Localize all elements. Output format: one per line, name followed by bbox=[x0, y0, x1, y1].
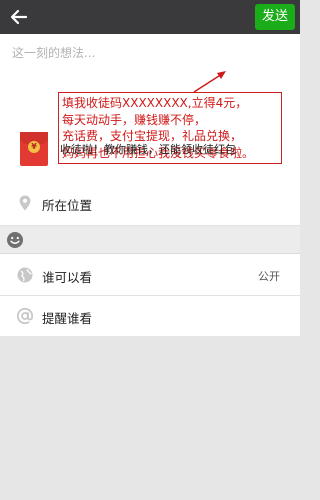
location-row[interactable]: 所在位置 bbox=[0, 180, 300, 226]
post-text-input[interactable]: 这一刻的想法... bbox=[12, 44, 95, 61]
remind-row[interactable]: 提醒谁看 bbox=[0, 296, 300, 336]
at-sign-icon bbox=[16, 307, 34, 325]
red-packet-icon: ¥ bbox=[20, 132, 48, 166]
emoji-toolbar bbox=[0, 226, 300, 254]
shared-link-title: 收徒啦！教你赚钱，还能领收徒红包 bbox=[60, 143, 236, 156]
promo-line: 每天动动手，赚钱赚不停， bbox=[62, 112, 207, 127]
send-button[interactable]: 发送 bbox=[255, 4, 295, 30]
location-pin-icon bbox=[19, 195, 31, 211]
visibility-row[interactable]: 谁可以看 公开 bbox=[0, 254, 300, 296]
remind-label: 提醒谁看 bbox=[42, 311, 93, 326]
location-label: 所在位置 bbox=[42, 198, 93, 213]
visibility-value: 公开 bbox=[258, 270, 280, 283]
globe-icon bbox=[17, 267, 33, 283]
annotation-arrow bbox=[193, 71, 226, 93]
promo-line: 填我收徒码XXXXXXXX,立得4元， bbox=[62, 96, 248, 110]
top-bar: 发送 bbox=[0, 0, 300, 34]
emoji-icon[interactable] bbox=[6, 231, 24, 249]
back-arrow-icon[interactable] bbox=[6, 4, 32, 30]
coin-icon: ¥ bbox=[28, 141, 40, 153]
shared-link-card[interactable]: ¥ 收徒啦！教你赚钱，还能领收徒红包 bbox=[20, 132, 290, 166]
visibility-label: 谁可以看 bbox=[42, 270, 93, 285]
